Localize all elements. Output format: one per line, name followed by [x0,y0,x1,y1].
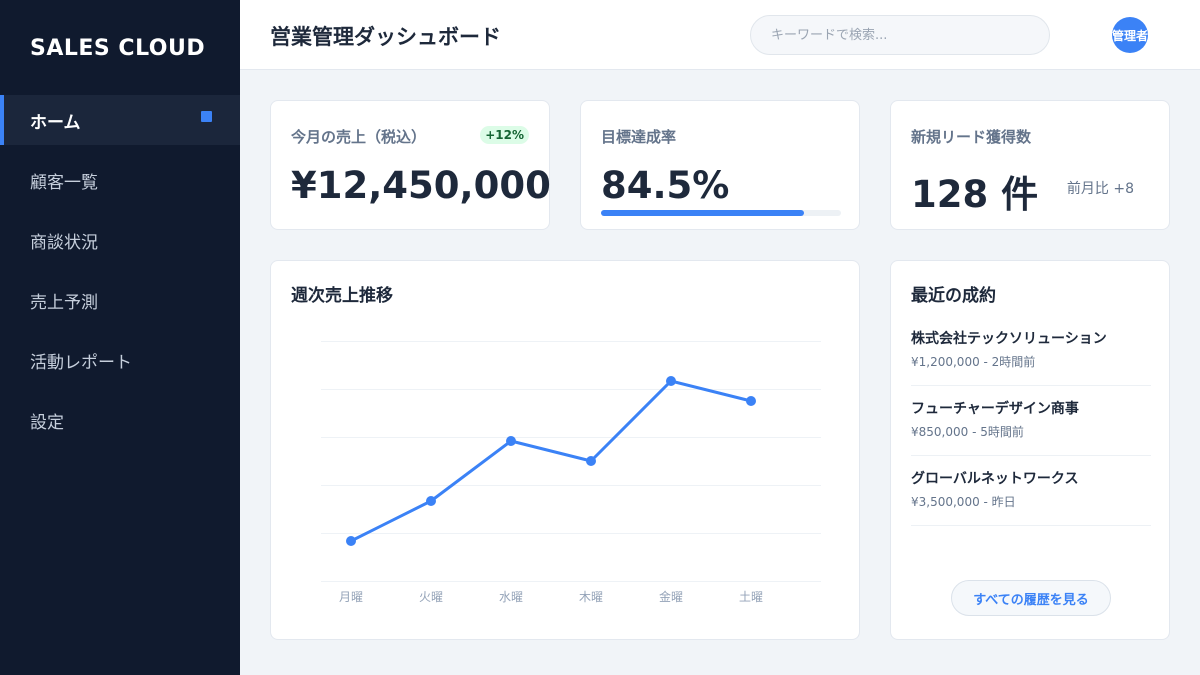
deal-list-item[interactable]: フューチャーデザイン商事 ¥850,000 - 5時間前 [911,386,1151,456]
sidebar-item-settings[interactable]: 設定 [0,395,240,445]
kpi-card-sales: 今月の売上（税込） +12% ¥12,450,000 [270,100,551,230]
data-point[interactable] [746,396,756,406]
sidebar-item-label: 商談状況 [30,232,98,253]
recent-deals-title: 最近の成約 [911,286,996,306]
deal-meta: ¥850,000 - 5時間前 [911,425,1024,439]
data-point[interactable] [426,496,436,506]
sidebar-item-activity-report[interactable]: 活動レポート [0,335,240,385]
x-tick-label: 火曜 [419,590,443,604]
page-title: 営業管理ダッシュボード [270,25,501,49]
recent-deals-card: 最近の成約 株式会社テックソリューション ¥1,200,000 - 2時間前 フ… [890,260,1170,640]
kpi-card-goal: 目標達成率 84.5% [580,100,860,230]
app-logo: SALES CLOUD [30,36,206,61]
x-tick-label: 金曜 [659,589,683,604]
deal-name: グローバルネットワークス [911,471,1079,487]
goal-progress-bar [601,210,841,216]
sidebar: SALES CLOUD ホーム 顧客一覧 商談状況 売上予測 活動レポート 設定 [0,0,240,675]
sidebar-item-deals[interactable]: 商談状況 [0,215,240,265]
sidebar-item-label: 設定 [30,412,64,433]
weekly-sales-chart: 月曜 火曜 水曜 木曜 金曜 土曜 [321,341,821,604]
sidebar-item-label: 活動レポート [30,352,132,373]
sidebar-item-customers[interactable]: 顧客一覧 [0,155,240,205]
view-all-history-button[interactable]: すべての履歴を見る [951,580,1111,616]
x-tick-label: 木曜 [579,590,603,604]
series-line [349,379,753,543]
sidebar-item-label: 売上予測 [30,292,98,313]
sidebar-item-label: 顧客一覧 [30,172,98,193]
data-point[interactable] [506,436,516,446]
kpi-label: 今月の売上（税込） [291,128,427,146]
deal-name: 株式会社テックソリューション [911,331,1107,347]
search-input[interactable] [750,15,1050,55]
active-indicator-icon [201,111,212,122]
deal-meta: ¥3,500,000 - 昨日 [911,495,1016,509]
deal-list-item[interactable]: 株式会社テックソリューション ¥1,200,000 - 2時間前 [911,316,1151,386]
kpi-label: 目標達成率 [601,128,677,146]
kpi-value: 128 件 [911,173,1039,216]
top-header: 営業管理ダッシュボード 管理者 [240,0,1200,70]
kpi-value: 84.5% [601,164,730,207]
deal-name: フューチャーデザイン商事 [911,401,1079,417]
data-point[interactable] [586,456,596,466]
data-point[interactable] [666,376,676,386]
kpi-card-leads: 新規リード獲得数 128 件 前月比 +8 [890,100,1170,230]
kpi-value: ¥12,450,000 [291,164,551,207]
x-tick-label: 水曜 [499,590,523,604]
kpi-label: 新規リード獲得数 [911,128,1032,146]
goal-progress-fill [601,210,804,216]
sidebar-item-home[interactable]: ホーム [0,95,240,145]
month-over-month-note: 前月比 +8 [1066,181,1134,197]
x-tick-label: 土曜 [739,590,763,604]
data-point[interactable] [346,536,356,546]
x-tick-label: 月曜 [339,590,363,604]
sidebar-item-label: ホーム [30,112,81,133]
avatar[interactable]: 管理者 [1112,17,1148,53]
sidebar-item-forecast[interactable]: 売上予測 [0,275,240,325]
growth-badge: +12% [480,126,529,144]
deal-meta: ¥1,200,000 - 2時間前 [911,355,1036,369]
deal-list-item[interactable]: グローバルネットワークス ¥3,500,000 - 昨日 [911,456,1151,526]
weekly-sales-chart-card: 週次売上推移 月曜 火曜 水曜 木曜 金曜 土曜 [270,260,860,640]
